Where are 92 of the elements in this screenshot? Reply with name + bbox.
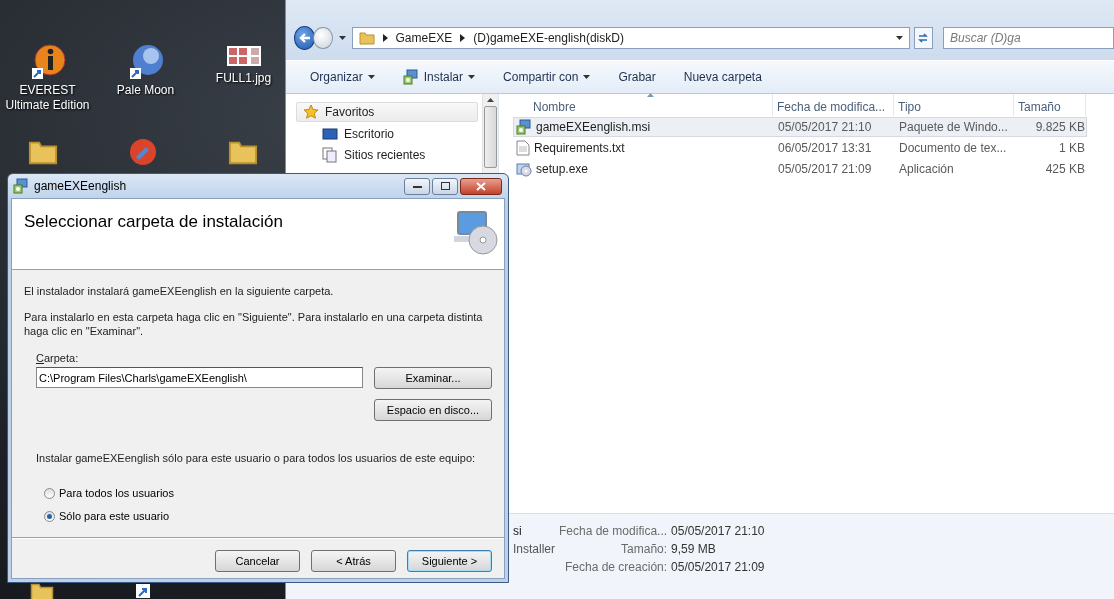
file-name: setup.exe — [536, 162, 589, 176]
file-row[interactable]: gameEXEenglish.msi 05/05/2017 21:10 Paquete de Windo... 9.825 KB — [513, 117, 1087, 137]
star-icon — [303, 104, 319, 120]
setup-icon — [516, 161, 532, 177]
radio-button[interactable] — [44, 510, 55, 522]
property-label: Fecha de modifica... — [559, 523, 668, 540]
property-value: 9,59 MB — [671, 541, 717, 558]
close-button[interactable] — [460, 177, 502, 195]
computer-disc-icon — [452, 210, 498, 256]
breadcrumb-item[interactable]: (D)gameEXE-english(diskD) — [473, 31, 624, 45]
disk-space-button[interactable]: Espacio en disco... — [374, 399, 492, 421]
file-name: gameEXEenglish.msi — [536, 120, 651, 134]
maximize-icon — [440, 182, 450, 190]
dialog-heading: Seleccionar carpeta de instalación — [24, 212, 283, 233]
caret-icon — [583, 75, 591, 79]
desktop-icon-label[interactable]: Pale Moon — [116, 83, 175, 98]
breadcrumb-arrow-icon[interactable] — [382, 34, 388, 42]
property-value: 05/05/2017 21:10 — [671, 523, 765, 540]
file-type: Documento de tex... — [898, 141, 1008, 155]
file-type: Aplicación — [898, 162, 955, 176]
search-field[interactable]: Buscar (D)ga — [943, 27, 1114, 49]
file-date: 05/05/2017 21:10 — [777, 120, 873, 134]
breadcrumb-arrow-icon[interactable] — [460, 34, 466, 42]
installer-icon — [402, 69, 419, 85]
info-shortcut-icon — [29, 44, 66, 80]
file-size: 9.825 KB — [1034, 120, 1086, 134]
toolbar-button[interactable]: Organizar — [300, 66, 385, 88]
minimize-icon — [412, 184, 422, 188]
toolbar-button[interactable]: Compartir con — [493, 66, 601, 88]
history-dropdown[interactable] — [336, 36, 348, 40]
scope-option[interactable]: Para todos los usuarios — [44, 487, 492, 499]
property-value: 05/05/2017 21:09 — [671, 559, 765, 576]
image-file-icon — [225, 44, 262, 68]
file-type: Paquete de Windo... — [898, 120, 1009, 134]
toolbar-button[interactable]: Grabar — [608, 66, 666, 88]
nav-item[interactable]: Favoritos — [296, 102, 478, 122]
instructions-text: Para instalarlo en esta carpeta haga clic en "Siguiente". Para instalarlo en una carpeta distinta haga clic en "Examinar". — [24, 310, 484, 338]
property-label: Fecha de creación: — [564, 559, 668, 576]
installer-icon — [13, 178, 29, 194]
refresh-button[interactable] — [913, 27, 933, 49]
address-dropdown-icon — [895, 36, 903, 40]
file-size: 425 KB — [1044, 162, 1086, 176]
breadcrumb-item[interactable]: GameEXE — [395, 31, 453, 45]
back-arrow-icon — [298, 32, 311, 44]
nav-item[interactable]: Sitios recientes — [296, 146, 482, 164]
file-date: 06/05/2017 13:31 — [777, 141, 873, 155]
file-date: 05/05/2017 21:09 — [777, 162, 873, 176]
desktop-icon — [322, 127, 338, 141]
caret-icon — [468, 75, 476, 79]
installer-icon — [516, 119, 532, 135]
file-name: Requirements.txt — [534, 141, 625, 155]
back-button[interactable] — [294, 26, 316, 50]
column-header[interactable]: Tamaño — [1014, 94, 1086, 116]
column-header[interactable]: Nombre — [529, 94, 773, 116]
scrollbar-thumb[interactable] — [484, 106, 497, 168]
sort-arrow-icon — [646, 93, 654, 97]
install-scope-question: Instalar gameEXEenglish sólo para este usuario o para todos los usuarios de este equipo: — [36, 452, 477, 464]
moon-shortcut-icon — [127, 44, 164, 80]
nav-item[interactable]: Escritorio — [296, 125, 482, 143]
minimize-button[interactable] — [404, 177, 430, 195]
file-row[interactable]: Requirements.txt 06/05/2017 13:31 Documento de tex... 1 KB — [513, 138, 1087, 158]
desktop-icon-label[interactable]: FULL1.jpg — [215, 71, 272, 86]
address-bar[interactable]: GameEXE (D)gameEXE-english(diskD) — [351, 27, 910, 49]
property-label: Tamaño: — [620, 541, 668, 558]
maximize-button[interactable] — [432, 177, 458, 195]
wizard-button[interactable]: < Atrás — [311, 550, 396, 572]
column-header[interactable]: Fecha de modifica... — [773, 94, 894, 116]
wizard-button[interactable]: Cancelar — [215, 550, 300, 572]
toolbar-button[interactable]: Nueva carpeta — [673, 66, 772, 88]
recent-places-icon — [322, 147, 338, 163]
column-header[interactable]: Tipo — [894, 94, 1014, 116]
caret-icon — [367, 75, 375, 79]
close-icon — [476, 181, 486, 191]
wizard-button[interactable]: Siguiente > — [407, 550, 492, 572]
file-size: 1 KB — [1058, 141, 1086, 155]
folder-path-field[interactable]: C:\Program Files\Charls\gameEXEenglish\ — [36, 367, 363, 388]
file-name: si — [513, 523, 523, 540]
caret-icon — [338, 36, 346, 40]
window-title: gameEXEenglish — [34, 179, 127, 193]
scroll-up-icon — [487, 98, 494, 102]
browse-button[interactable]: Examinar... — [374, 367, 492, 389]
refresh-icon — [916, 31, 931, 45]
folder-label: Carpeta: — [36, 352, 80, 364]
intro-text: El instalador instalará gameEXEenglish en la siguiente carpeta. — [24, 284, 335, 298]
file-type: Installer — [513, 541, 557, 558]
scope-option[interactable]: Sólo para este usuario — [44, 510, 492, 522]
file-row[interactable]: setup.exe 05/05/2017 21:09 Aplicación 425 KB — [513, 159, 1087, 179]
radio-button[interactable] — [44, 487, 55, 499]
folder-icon — [358, 30, 375, 46]
desktop-icon-label[interactable]: EVEREST Ultimate Edition — [0, 83, 95, 113]
text-file-icon — [516, 140, 530, 156]
toolbar-button[interactable]: Instalar — [392, 65, 486, 89]
